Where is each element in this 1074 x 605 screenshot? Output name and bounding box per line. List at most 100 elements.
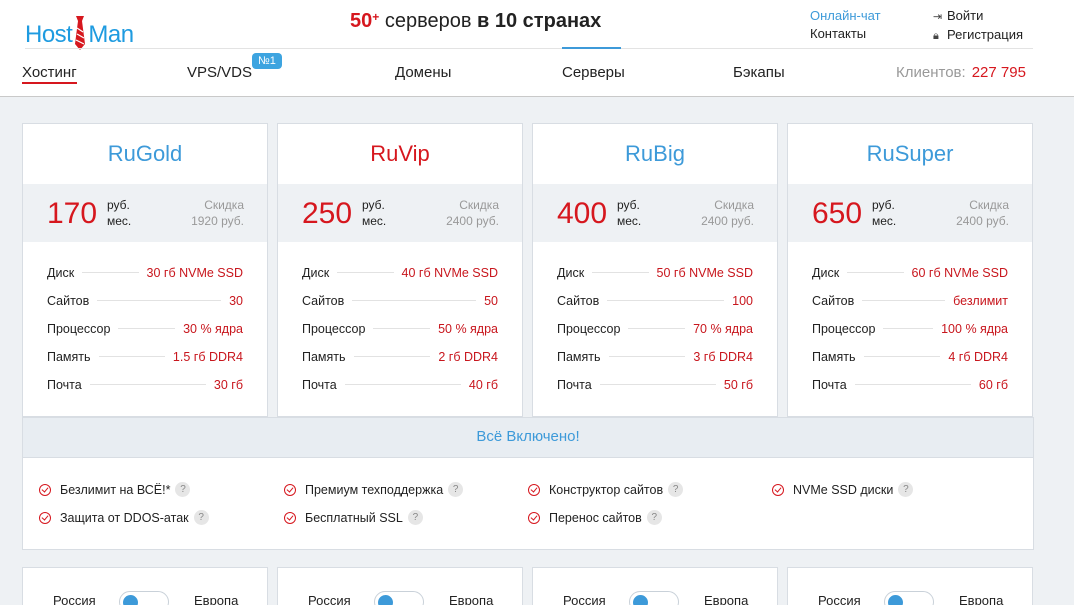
check-circle-icon bbox=[528, 511, 540, 524]
clients-label: Клиентов: bbox=[896, 64, 966, 81]
plan-card-rubig[interactable]: RuBig 400 руб. мес. Скидка 2400 руб. Диск 5… bbox=[532, 123, 778, 417]
help-icon[interactable]: ? bbox=[646, 510, 662, 525]
plan-name: RuVip bbox=[370, 141, 430, 166]
nav-vps[interactable]: VPS/VDS bbox=[187, 64, 252, 81]
feature-item: NVMe SSD диски? bbox=[772, 482, 914, 497]
promo-count: 50 bbox=[350, 10, 373, 32]
all-included-title: Всё Включено! bbox=[23, 418, 1033, 458]
login-label: Войти bbox=[947, 8, 984, 23]
logo-text-left: Host bbox=[25, 21, 73, 48]
vps-badge: №1 bbox=[252, 53, 282, 69]
feature-label: Конструктор сайтов bbox=[549, 482, 664, 497]
plan-discount: Скидка 1920 руб. bbox=[191, 197, 244, 229]
spec-row: Память 2 гб DDR4 bbox=[302, 346, 498, 374]
spec-value: 30 гб NVMe SSD bbox=[146, 266, 243, 280]
unit-currency: руб. bbox=[872, 198, 895, 212]
plan-card-rusuper[interactable]: RuSuper 650 руб. мес. Скидка 2400 руб. Дис… bbox=[787, 123, 1033, 417]
location-toggle[interactable] bbox=[374, 591, 424, 605]
nav-hosting[interactable]: Хостинг bbox=[22, 64, 77, 84]
help-icon[interactable]: ? bbox=[175, 482, 191, 497]
nav-servers[interactable]: Серверы bbox=[562, 64, 625, 81]
support-links: Онлайн-чат Контакты bbox=[810, 7, 881, 43]
spec-key: Память bbox=[812, 350, 856, 364]
plan-card-ruvip[interactable]: RuVip 250 руб. мес. Скидка 2400 руб. Диск 4… bbox=[277, 123, 523, 417]
nav-servers-indicator bbox=[562, 47, 621, 49]
location-europe-label: Европа bbox=[704, 593, 749, 605]
discount-value: 2400 руб. bbox=[956, 214, 1009, 228]
spec-value: 40 гб bbox=[468, 378, 498, 392]
plan-discount: Скидка 2400 руб. bbox=[956, 197, 1009, 229]
location-toggle[interactable] bbox=[884, 591, 934, 605]
spec-row: Процессор 50 % ядра bbox=[302, 318, 498, 346]
spec-key: Процессор bbox=[812, 322, 876, 336]
spec-key: Почта bbox=[302, 378, 337, 392]
spec-key: Сайтов bbox=[812, 294, 855, 308]
plan-price-unit: руб. мес. bbox=[872, 197, 896, 229]
feature-label: Премиум техподдержка bbox=[305, 482, 444, 497]
tie-icon bbox=[73, 16, 87, 50]
unit-currency: руб. bbox=[617, 198, 640, 212]
spec-row: Сайтов 100 bbox=[557, 290, 753, 318]
spec-row: Почта 30 гб bbox=[47, 374, 243, 402]
spec-key: Сайтов bbox=[47, 294, 90, 308]
nav-domains[interactable]: Домены bbox=[395, 64, 451, 81]
spec-row: Сайтов безлимит bbox=[812, 290, 1008, 318]
spec-key: Почта bbox=[812, 378, 847, 392]
plan-discount: Скидка 2400 руб. bbox=[701, 197, 754, 229]
feature-label: Перенос сайтов bbox=[549, 510, 642, 525]
spec-key: Процессор bbox=[47, 322, 111, 336]
help-icon[interactable]: ? bbox=[407, 510, 423, 525]
all-included-panel: Всё Включено! Безлимит на ВСЁ!*? Премиум… bbox=[22, 417, 1034, 550]
spec-value: 50 % ядра bbox=[438, 322, 498, 336]
help-icon[interactable]: ? bbox=[193, 510, 209, 525]
spec-key: Диск bbox=[47, 266, 75, 280]
plan-specs: Диск 40 гб NVMe SSD Сайтов 50 Процессор 50 … bbox=[278, 242, 522, 402]
nav-backups[interactable]: Бэкапы bbox=[733, 64, 785, 81]
help-icon[interactable]: ? bbox=[668, 482, 684, 497]
feature-label: Защита от DDOS-атак bbox=[60, 510, 189, 525]
spec-value: 4 гб DDR4 bbox=[948, 350, 1008, 364]
spec-row: Память 1.5 гб DDR4 bbox=[47, 346, 243, 374]
promo-countries: в 10 странах bbox=[477, 10, 602, 32]
spec-value: 1.5 гб DDR4 bbox=[172, 350, 243, 364]
discount-label: Скидка bbox=[459, 198, 499, 212]
login-link[interactable]: ⇥ Войти bbox=[933, 7, 1023, 26]
feature-item: Бесплатный SSL? bbox=[284, 510, 423, 525]
location-russia-label: Россия bbox=[818, 593, 861, 605]
spec-value: безлимит bbox=[953, 294, 1008, 308]
plan-price-unit: руб. мес. bbox=[362, 197, 386, 229]
spec-row: Почта 60 гб bbox=[812, 374, 1008, 402]
spec-value: 70 % ядра bbox=[693, 322, 753, 336]
discount-label: Скидка bbox=[969, 198, 1009, 212]
location-europe-label: Европа bbox=[449, 593, 494, 605]
spec-value: 50 гб bbox=[723, 378, 753, 392]
check-circle-icon bbox=[284, 511, 296, 524]
unit-period: мес. bbox=[872, 214, 897, 228]
discount-label: Скидка bbox=[714, 198, 754, 212]
location-toggle[interactable] bbox=[119, 591, 169, 605]
spec-row: Почта 40 гб bbox=[302, 374, 498, 402]
feature-item: Конструктор сайтов? bbox=[528, 482, 684, 497]
spec-row: Процессор 30 % ядра bbox=[47, 318, 243, 346]
location-russia-label: Россия bbox=[53, 593, 96, 605]
spec-row: Процессор 100 % ядра bbox=[812, 318, 1008, 346]
discount-value: 1920 руб. bbox=[191, 214, 244, 228]
help-icon[interactable]: ? bbox=[898, 482, 914, 497]
spec-value: 3 гб DDR4 bbox=[693, 350, 753, 364]
spec-key: Память bbox=[557, 350, 601, 364]
header-divider bbox=[25, 48, 1033, 49]
toggle-knob bbox=[123, 595, 138, 605]
clients-value: 227 795 bbox=[971, 64, 1026, 81]
register-link[interactable]: 🔒︎ Регистрация bbox=[933, 26, 1023, 45]
login-icon: ⇥ bbox=[933, 11, 943, 23]
spec-row: Диск 50 гб NVMe SSD bbox=[557, 262, 753, 290]
plan-card-rugold[interactable]: RuGold 170 руб. мес. Скидка 1920 руб. Диск… bbox=[22, 123, 268, 417]
contacts-link[interactable]: Контакты bbox=[810, 25, 881, 43]
online-chat-link[interactable]: Онлайн-чат bbox=[810, 7, 881, 25]
spec-value: 100 % ядра bbox=[941, 322, 1008, 336]
location-toggle[interactable] bbox=[629, 591, 679, 605]
spec-key: Память bbox=[302, 350, 346, 364]
hostman-logo[interactable]: Host Man bbox=[25, 8, 134, 50]
feature-item: Безлимит на ВСЁ!*? bbox=[39, 482, 191, 497]
help-icon[interactable]: ? bbox=[448, 482, 464, 497]
